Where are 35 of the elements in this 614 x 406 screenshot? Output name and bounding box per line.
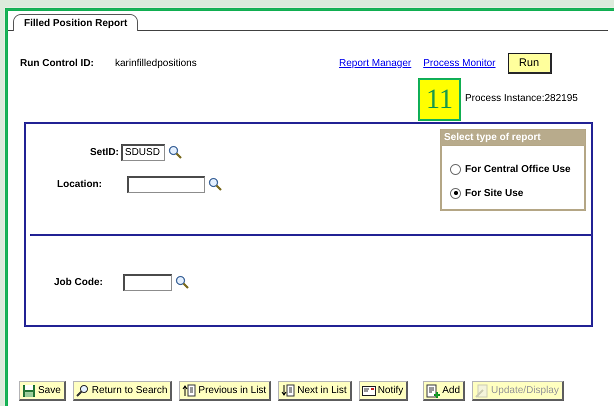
link[interactable]: Report Manager — [339, 58, 412, 68]
down-arrow-list-icon — [281, 384, 296, 398]
radio-label: For Central Office Use — [465, 164, 571, 174]
input-field[interactable]: SDUSD — [120, 144, 165, 160]
toolbar-button[interactable]: Save — [19, 381, 66, 401]
link[interactable]: Process Monitor — [423, 58, 496, 68]
group-title: Select type of report — [442, 131, 584, 146]
page-pencil-icon — [475, 384, 490, 398]
radio-label: For Site Use — [465, 188, 524, 198]
search-icon[interactable] — [168, 145, 182, 159]
field-label: Job Code: — [54, 276, 103, 288]
envelope-icon — [362, 384, 376, 398]
save-icon — [22, 384, 36, 398]
page-tab[interactable]: Filled Position Report — [13, 14, 138, 31]
toolbar-button[interactable]: Notify — [358, 381, 408, 401]
process-instance: Process Instance:282195 — [465, 92, 578, 104]
input-field[interactable] — [127, 176, 205, 192]
radio-button[interactable] — [450, 164, 461, 174]
callout-badge: 11 — [418, 78, 461, 121]
input-field[interactable] — [122, 274, 172, 290]
field-label: Run Control ID: — [20, 58, 95, 68]
add-page-icon — [426, 384, 440, 398]
magnifier-icon — [76, 384, 90, 398]
field-label: SetID: — [90, 146, 119, 158]
field-label: Location: — [57, 178, 103, 190]
radio-button[interactable] — [450, 188, 461, 198]
search-icon[interactable] — [208, 177, 222, 191]
toolbar-button[interactable]: Return to Search — [72, 381, 172, 401]
toolbar-button[interactable]: Previous in List — [179, 381, 272, 401]
run-button[interactable]: Run — [508, 52, 552, 74]
toolbar-button[interactable]: Add — [423, 381, 466, 401]
up-arrow-list-icon — [182, 384, 196, 398]
search-icon[interactable] — [174, 275, 189, 289]
field-value: karinfilledpositions — [115, 58, 198, 68]
toolbar-button[interactable]: Next in List — [278, 381, 352, 401]
